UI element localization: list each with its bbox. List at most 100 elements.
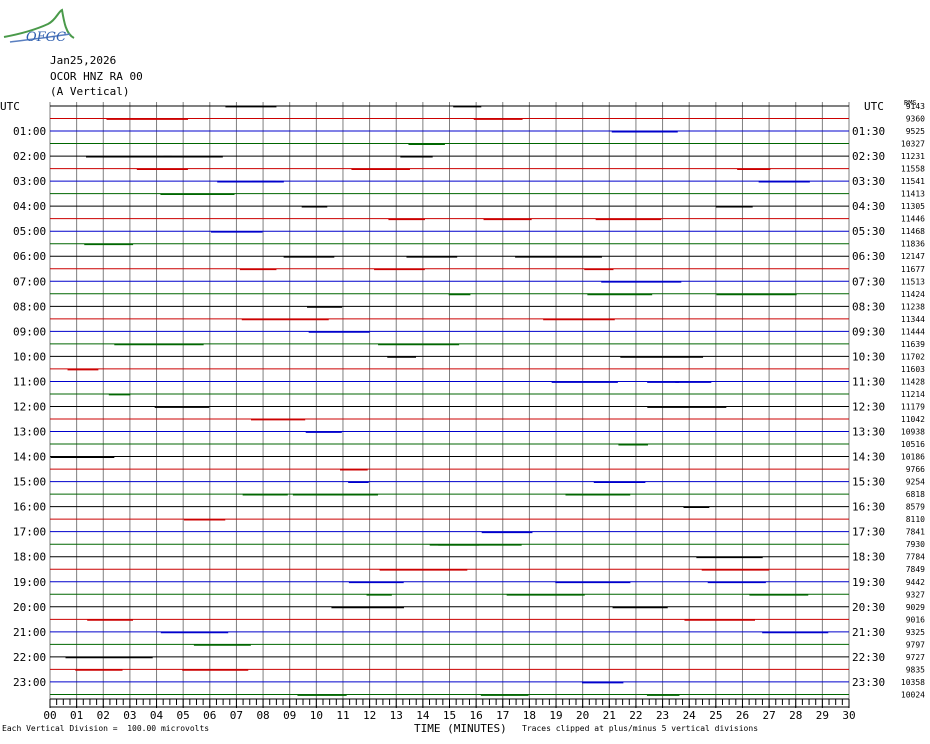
rms-value: 6818 bbox=[906, 490, 925, 499]
rms-value: 11428 bbox=[901, 377, 925, 386]
hour-label: 08:00 bbox=[13, 300, 46, 313]
rms-value: 11468 bbox=[901, 227, 925, 236]
halfhour-label: 20:30 bbox=[852, 601, 885, 614]
halfhour-label: 07:30 bbox=[852, 275, 885, 288]
x-tick-label: 01 bbox=[70, 709, 83, 722]
x-tick-label: 08 bbox=[256, 709, 269, 722]
rms-value: 9727 bbox=[906, 653, 925, 662]
rms-value: 7784 bbox=[906, 553, 925, 562]
x-tick-label: 18 bbox=[523, 709, 536, 722]
rms-value: 11413 bbox=[901, 190, 925, 199]
hour-label: 10:00 bbox=[13, 350, 46, 363]
rms-value: 10024 bbox=[901, 690, 925, 699]
rms-value: 11603 bbox=[901, 365, 925, 374]
rms-value: 9525 bbox=[906, 127, 925, 136]
halfhour-label: 01:30 bbox=[852, 125, 885, 138]
halfhour-label: 15:30 bbox=[852, 476, 885, 489]
x-tick-label: 13 bbox=[390, 709, 403, 722]
rms-value: 11179 bbox=[901, 402, 925, 411]
hour-label: 09:00 bbox=[13, 325, 46, 338]
rms-value: 9254 bbox=[906, 478, 925, 487]
rms-value: 8110 bbox=[906, 515, 925, 524]
x-tick-label: 10 bbox=[310, 709, 323, 722]
halfhour-label: 11:30 bbox=[852, 375, 885, 388]
rms-value: 11214 bbox=[901, 390, 925, 399]
halfhour-label: 09:30 bbox=[852, 325, 885, 338]
x-tick-label: 22 bbox=[629, 709, 642, 722]
x-tick-label: 06 bbox=[203, 709, 216, 722]
rms-value: 11677 bbox=[901, 265, 925, 274]
halfhour-label: 23:30 bbox=[852, 676, 885, 689]
rms-value: 11305 bbox=[901, 202, 925, 211]
helicorder-plot: 9143936095251032711231115581154111413113… bbox=[0, 99, 925, 722]
x-tick-label: 04 bbox=[150, 709, 164, 722]
x-tick-label: 19 bbox=[549, 709, 562, 722]
x-tick-label: 09 bbox=[283, 709, 296, 722]
hour-label: 12:00 bbox=[13, 400, 46, 413]
rms-value: 9797 bbox=[906, 640, 925, 649]
halfhour-label: 05:30 bbox=[852, 225, 885, 238]
hour-label: 02:00 bbox=[13, 150, 46, 163]
x-tick-label: 15 bbox=[443, 709, 456, 722]
x-tick-label: 20 bbox=[576, 709, 589, 722]
x-tick-label: 02 bbox=[97, 709, 110, 722]
halfhour-label: 22:30 bbox=[852, 651, 885, 664]
x-tick-label: 07 bbox=[230, 709, 243, 722]
hour-label: 07:00 bbox=[13, 275, 46, 288]
rms-value: 7930 bbox=[906, 540, 925, 549]
rms-value: 9016 bbox=[906, 615, 925, 624]
halfhour-label: 19:30 bbox=[852, 576, 885, 589]
rms-value: 9360 bbox=[906, 115, 925, 124]
rms-value: 9325 bbox=[906, 628, 925, 637]
hour-label: 19:00 bbox=[13, 576, 46, 589]
rms-value: 11702 bbox=[901, 352, 925, 361]
x-tick-label: 23 bbox=[656, 709, 669, 722]
hour-label: 04:00 bbox=[13, 200, 46, 213]
x-tick-label: 24 bbox=[683, 709, 697, 722]
x-tick-label: 16 bbox=[470, 709, 483, 722]
hour-label: 16:00 bbox=[13, 501, 46, 514]
hour-label: 11:00 bbox=[13, 375, 46, 388]
x-tick-label: 26 bbox=[736, 709, 749, 722]
x-tick-label: 12 bbox=[363, 709, 376, 722]
x-tick-label: 30 bbox=[842, 709, 855, 722]
rms-value: 9029 bbox=[906, 603, 925, 612]
x-tick-label: 17 bbox=[496, 709, 509, 722]
x-tick-label: 14 bbox=[416, 709, 430, 722]
rms-value: 11513 bbox=[901, 277, 925, 286]
hour-label: 15:00 bbox=[13, 476, 46, 489]
hour-label: 17:00 bbox=[13, 526, 46, 539]
hour-label: 23:00 bbox=[13, 676, 46, 689]
hour-label: 03:00 bbox=[13, 175, 46, 188]
rms-value: 11042 bbox=[901, 415, 925, 424]
clip-note: Traces clipped at plus/minus 5 vertical … bbox=[522, 724, 759, 733]
hour-label: 13:00 bbox=[13, 426, 46, 439]
rms-value: 12147 bbox=[901, 252, 925, 261]
rms-value: 10327 bbox=[901, 140, 925, 149]
halfhour-label: 06:30 bbox=[852, 250, 885, 263]
utc-right-label: UTC bbox=[864, 100, 884, 113]
halfhour-label: 13:30 bbox=[852, 426, 885, 439]
hour-label: 21:00 bbox=[13, 626, 46, 639]
rms-value: 11541 bbox=[901, 177, 925, 186]
rms-value: 11231 bbox=[901, 152, 925, 161]
rms-value: 10186 bbox=[901, 453, 925, 462]
x-tick-label: 29 bbox=[816, 709, 829, 722]
x-tick-label: 27 bbox=[762, 709, 775, 722]
halfhour-label: 08:30 bbox=[852, 300, 885, 313]
rms-value: 10938 bbox=[901, 428, 925, 437]
division-note: Each Vertical Division = 100.00 microvol… bbox=[2, 724, 210, 733]
rms-value: 11446 bbox=[901, 215, 925, 224]
halfhour-label: 10:30 bbox=[852, 350, 885, 363]
rms-value: 11558 bbox=[901, 165, 925, 174]
rms-value: 11639 bbox=[901, 340, 925, 349]
hour-label: 01:00 bbox=[13, 125, 46, 138]
halfhour-label: 14:30 bbox=[852, 451, 885, 464]
hour-label: 06:00 bbox=[13, 250, 46, 263]
rms-value: 10516 bbox=[901, 440, 925, 449]
rms-value: 11238 bbox=[901, 302, 925, 311]
rms-value: 9442 bbox=[906, 578, 925, 587]
hour-label: 14:00 bbox=[13, 451, 46, 464]
hour-label: 22:00 bbox=[13, 651, 46, 664]
halfhour-label: 12:30 bbox=[852, 400, 885, 413]
